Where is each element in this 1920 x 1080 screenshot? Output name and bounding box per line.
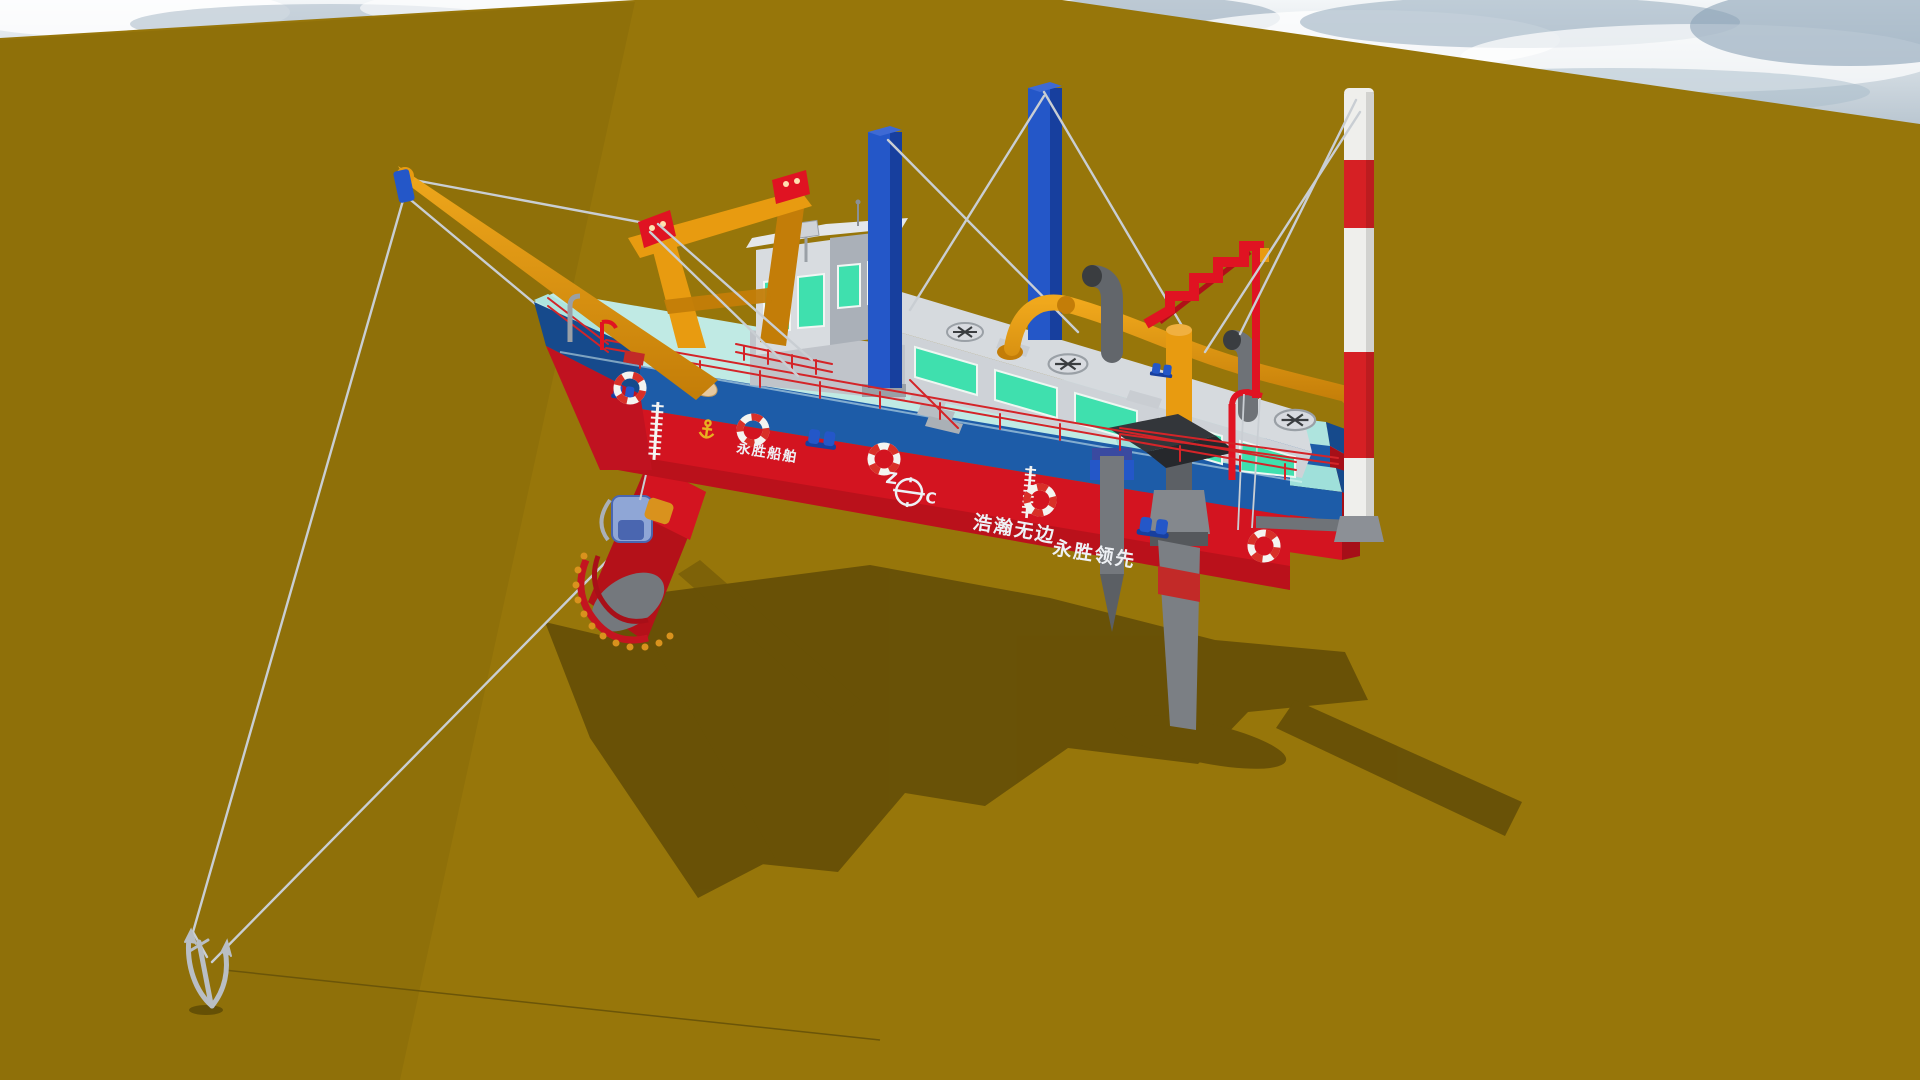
render-canvas: 永胜船舶 浩瀚无边 永胜领先 Z C	[0, 0, 1920, 1080]
dredger-render: 永胜船舶 浩瀚无边 永胜领先 Z C	[0, 0, 1920, 1080]
mast-post-forward	[862, 126, 906, 397]
roof-vent	[947, 323, 983, 341]
ground-plane	[0, 0, 1920, 1080]
roof-vent	[1049, 354, 1088, 373]
roof-vent	[1275, 410, 1315, 430]
antenna	[856, 200, 861, 205]
pipe-flange	[1057, 296, 1075, 314]
